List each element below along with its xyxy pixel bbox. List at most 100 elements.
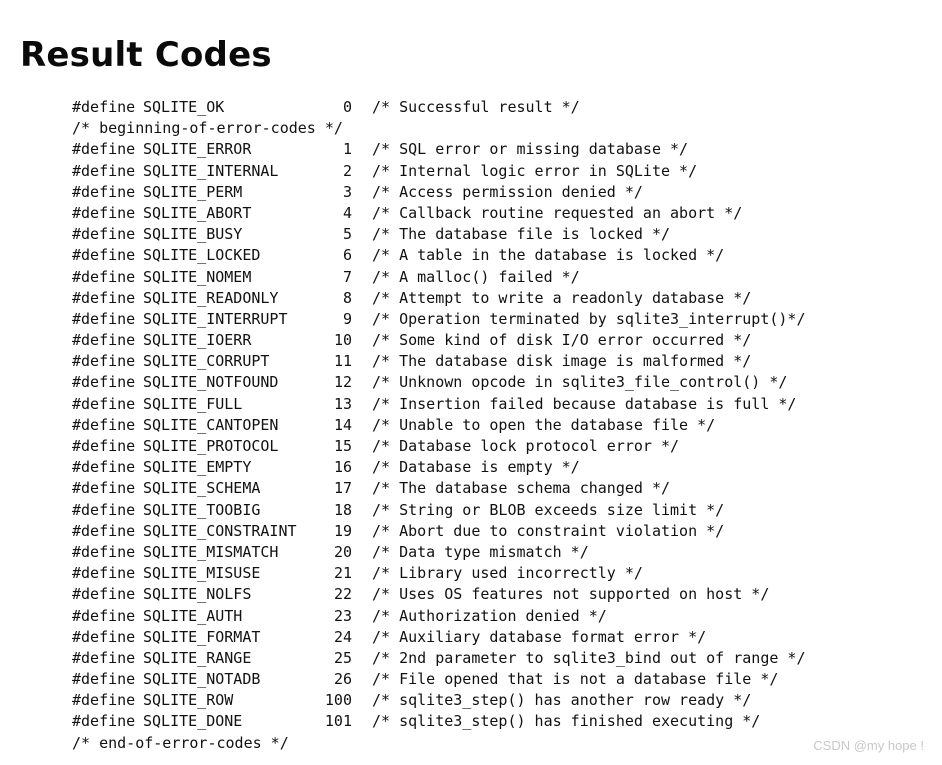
code-line-define: #define SQLITE_ROW 100 /* sqlite3_step() h…	[72, 690, 805, 711]
column-gap	[352, 330, 372, 351]
constant-comment: /* Uses OS features not supported on hos…	[372, 585, 770, 604]
define-directive: #define	[72, 585, 136, 604]
code-line-define: #define SQLITE_BUSY 5 /* The database file…	[72, 224, 805, 245]
constant-name: SQLITE_INTERNAL	[143, 161, 279, 180]
column-gap	[352, 224, 372, 245]
constant-name: SQLITE_EMPTY	[143, 458, 252, 477]
column-gap	[352, 648, 372, 669]
column-gap	[352, 711, 372, 732]
code-line-define: #define SQLITE_NOLFS 22 /* Uses OS feature…	[72, 584, 805, 605]
column-gap	[352, 267, 372, 288]
page-title: Result Codes	[20, 34, 272, 75]
define-directive: #define	[72, 670, 136, 689]
constant-comment: /* SQL error or missing database */	[372, 140, 689, 159]
code-line-define: #define SQLITE_NOMEM 7 /* A malloc() faile…	[72, 267, 805, 288]
constant-value: 14	[333, 415, 352, 434]
constant-value: 17	[333, 479, 352, 498]
column-gap	[352, 478, 372, 499]
constant-value: 21	[333, 564, 352, 583]
code-line-define: #define SQLITE_CONSTRAINT 19 /* Abort due …	[72, 521, 805, 542]
column-gap	[352, 139, 372, 160]
define-directive: #define	[72, 352, 136, 371]
constant-name: SQLITE_PERM	[143, 182, 243, 201]
constant-name: SQLITE_NOLFS	[143, 585, 252, 604]
constant-name: SQLITE_ROW	[143, 691, 234, 710]
column-gap	[352, 563, 372, 584]
code-line-define: #define SQLITE_ERROR 1 /* SQL error or mis…	[72, 139, 805, 160]
code-line-define: #define SQLITE_AUTH 23 /* Authorization de…	[72, 606, 805, 627]
column-gap	[352, 245, 372, 266]
constant-value: 20	[333, 542, 352, 561]
section-marker-comment: /* beginning-of-error-codes */	[72, 119, 343, 138]
define-directive: #define	[72, 500, 136, 519]
define-directive: #define	[72, 394, 136, 413]
code-line-define: #define SQLITE_DONE 101 /* sqlite3_step() …	[72, 711, 805, 732]
constant-value: 1	[342, 140, 352, 159]
column-gap	[352, 394, 372, 415]
constant-comment: /* Internal logic error in SQLite */	[372, 161, 698, 180]
define-directive: #define	[72, 564, 136, 583]
column-gap	[352, 521, 372, 542]
column-gap	[352, 97, 372, 118]
constant-comment: /* Database lock protocol error */	[372, 437, 680, 455]
constant-comment: /* String or BLOB exceeds size limit */	[372, 500, 725, 519]
constant-value: 3	[342, 182, 352, 201]
column-gap	[352, 542, 372, 563]
column-gap	[352, 203, 372, 224]
constant-value: 0	[342, 98, 352, 116]
constant-name: SQLITE_DONE	[143, 712, 243, 731]
column-gap	[352, 584, 372, 605]
constant-comment: /* Database is empty */	[372, 458, 580, 477]
define-directive: #define	[72, 140, 136, 159]
column-gap	[352, 500, 372, 521]
constant-name: SQLITE_FORMAT	[143, 627, 261, 646]
constant-name: SQLITE_NOTFOUND	[143, 373, 279, 392]
constant-value: 25	[333, 648, 352, 667]
column-gap	[352, 351, 372, 372]
constant-value: 10	[333, 331, 352, 350]
define-directive: #define	[72, 288, 136, 307]
column-gap	[352, 669, 372, 690]
code-line-define: #define SQLITE_INTERRUPT 9 /* Operation te…	[72, 309, 805, 330]
define-directive: #define	[72, 267, 136, 286]
define-directive: #define	[72, 373, 136, 392]
constant-value: 18	[333, 500, 352, 519]
code-line-define: #define SQLITE_NOTFOUND 12 /* Unknown opco…	[72, 372, 805, 393]
constant-comment: /* Operation terminated by sqlite3_inter…	[372, 309, 806, 328]
constant-name: SQLITE_TOOBIG	[143, 500, 261, 519]
code-line-comment: /* beginning-of-error-codes */	[72, 118, 805, 139]
code-line-define: #define SQLITE_READONLY 8 /* Attempt to wr…	[72, 288, 805, 309]
constant-value: 16	[333, 458, 352, 477]
constant-comment: /* Abort due to constraint violation */	[372, 521, 725, 540]
constant-value: 13	[333, 394, 352, 413]
constant-name: SQLITE_NOTADB	[143, 670, 261, 689]
constant-value: 11	[333, 352, 352, 371]
constant-name: SQLITE_MISUSE	[143, 564, 261, 583]
constant-name: SQLITE_LOCKED	[143, 246, 261, 265]
constant-value: 26	[333, 670, 352, 689]
constant-name: SQLITE_OK	[143, 98, 225, 116]
constant-name: SQLITE_BUSY	[143, 225, 243, 244]
constant-comment: /* A table in the database is locked */	[372, 246, 725, 265]
code-line-define: #define SQLITE_CANTOPEN 14 /* Unable to op…	[72, 415, 805, 436]
constant-value: 101	[324, 712, 352, 731]
constant-comment: /* Data type mismatch */	[372, 542, 589, 561]
constant-comment: /* Authorization denied */	[372, 606, 607, 625]
code-line-define: #define SQLITE_RANGE 25 /* 2nd parameter t…	[72, 648, 805, 669]
constant-name: SQLITE_CONSTRAINT	[143, 521, 297, 540]
column-gap	[352, 309, 372, 330]
column-gap	[352, 690, 372, 711]
constant-comment: /* Access permission denied */	[372, 182, 643, 201]
define-directive: #define	[72, 627, 136, 646]
constant-name: SQLITE_SCHEMA	[143, 479, 261, 498]
column-gap	[352, 372, 372, 393]
column-gap	[352, 288, 372, 309]
column-gap	[352, 457, 372, 478]
constant-comment: /* File opened that is not a database fi…	[372, 670, 779, 689]
constant-name: SQLITE_PROTOCOL	[143, 437, 279, 455]
define-directive: #define	[72, 437, 136, 455]
code-line-define: #define SQLITE_TOOBIG 18 /* String or BLOB…	[72, 500, 805, 521]
constant-name: SQLITE_CANTOPEN	[143, 415, 279, 434]
define-directive: #define	[72, 246, 136, 265]
define-directive: #define	[72, 542, 136, 561]
